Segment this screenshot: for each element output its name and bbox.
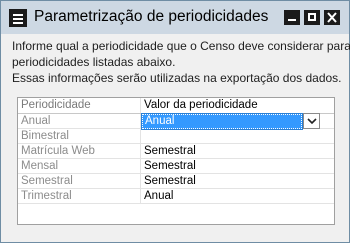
description-line-3: Essas informações serão utilizadas na ex… [12, 71, 342, 85]
column-header-periodicidade[interactable]: Periodicidade [18, 98, 141, 113]
app-icon[interactable] [9, 9, 27, 27]
table-row[interactable]: Anual Anual [18, 113, 334, 130]
close-button[interactable] [324, 10, 340, 25]
maximize-icon [308, 13, 316, 21]
table-row[interactable]: Bimestral [18, 129, 334, 144]
dialog-window: Parametrização de periodicidades Informe… [0, 0, 350, 243]
column-header-valor[interactable]: Valor da periodicidade [141, 98, 334, 113]
table-row[interactable]: Trimestral Anual [18, 189, 334, 204]
minimize-icon [288, 19, 296, 21]
valor-cell[interactable]: Semestral [141, 174, 334, 188]
grid-header-row: Periodicidade Valor da periodicidade [18, 98, 334, 114]
valor-cell[interactable] [141, 129, 334, 143]
window-title: Parametrização de periodicidades [34, 8, 269, 25]
close-icon [327, 12, 337, 23]
table-row[interactable]: Matrícula Web Semestral [18, 144, 334, 159]
periodicidade-cell: Trimestral [18, 189, 141, 203]
periodicity-grid[interactable]: Periodicidade Valor da periodicidade Anu… [17, 97, 335, 225]
chevron-down-icon [307, 118, 317, 125]
description-line-1: Informe qual a periodicidade que o Censo… [12, 39, 350, 53]
valor-combo-selected[interactable]: Anual [141, 113, 303, 130]
valor-cell[interactable]: Anual [141, 189, 334, 203]
minimize-button[interactable] [284, 10, 300, 25]
description-line-2: periodicidades listadas abaixo. [12, 55, 176, 69]
title-bar[interactable]: Parametrização de periodicidades [1, 1, 349, 34]
periodicidade-cell: Semestral [18, 174, 141, 188]
table-row[interactable]: Semestral Semestral [18, 174, 334, 189]
periodicidade-cell: Bimestral [18, 129, 141, 143]
valor-cell[interactable]: Semestral [141, 159, 334, 173]
table-row[interactable]: Mensal Semestral [18, 159, 334, 174]
periodicidade-cell: Matrícula Web [18, 144, 141, 158]
dropdown-button[interactable] [303, 113, 320, 129]
maximize-button[interactable] [304, 10, 320, 25]
periodicidade-cell: Mensal [18, 159, 141, 173]
valor-cell[interactable]: Semestral [141, 144, 334, 158]
periodicidade-cell: Anual [18, 114, 141, 128]
